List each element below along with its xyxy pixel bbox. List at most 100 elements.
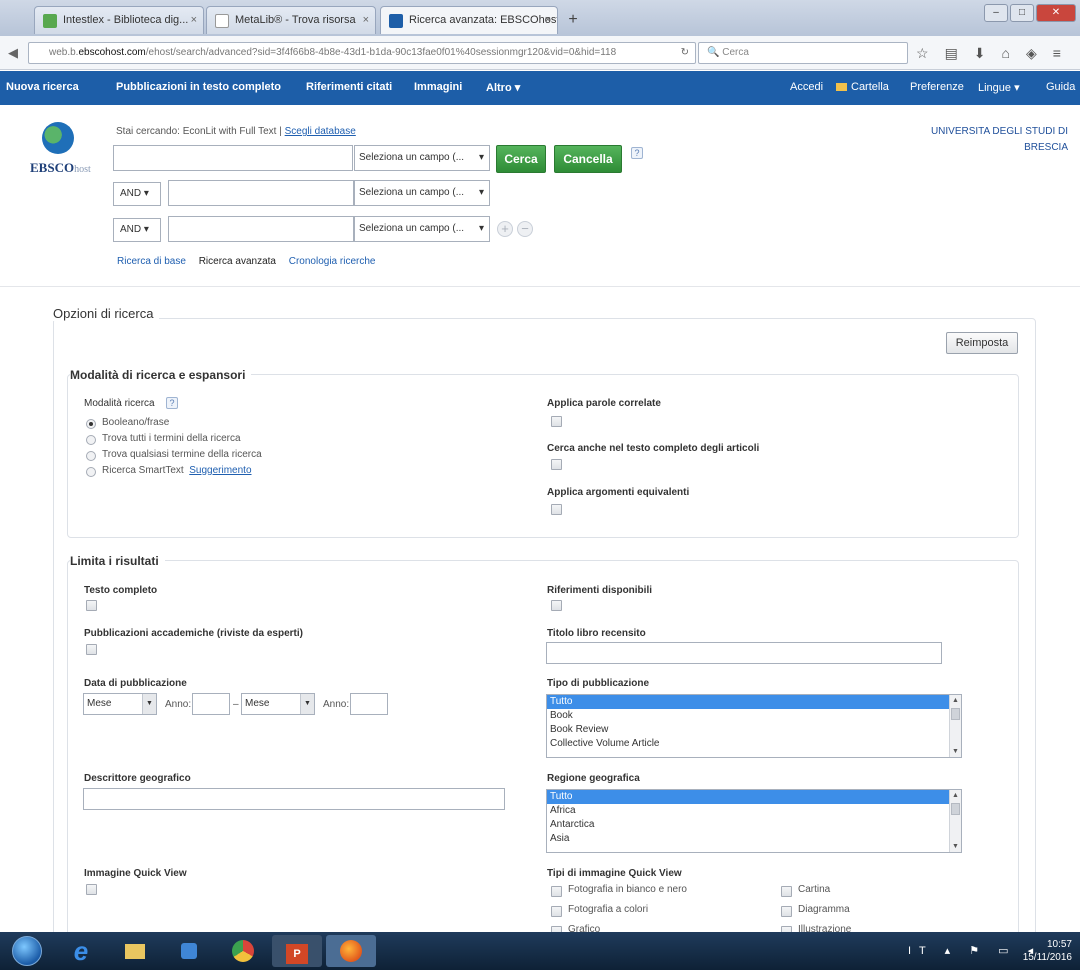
bookmark-star-icon[interactable]: ☆ — [916, 45, 929, 62]
equivalent-subjects-checkbox[interactable] — [551, 504, 562, 515]
nav-folder[interactable]: Cartella — [836, 81, 889, 93]
field-select-2[interactable]: Seleziona un campo (... ▾ — [354, 180, 490, 206]
add-row-icon[interactable]: + — [497, 221, 513, 237]
refs-available-checkbox[interactable] — [551, 600, 562, 611]
clear-button[interactable]: Cancella — [554, 145, 622, 173]
home-icon[interactable]: ⌂ — [1002, 45, 1010, 62]
help-icon[interactable]: ? — [166, 397, 178, 409]
qv-diagram-checkbox[interactable] — [781, 906, 792, 917]
reload-icon[interactable]: ↻ — [681, 43, 689, 63]
related-words-checkbox[interactable] — [551, 416, 562, 427]
field-select-label: Seleziona un campo (... — [359, 152, 465, 163]
tray-lang[interactable]: IT — [908, 945, 934, 957]
minimize-button[interactable]: – — [984, 4, 1008, 22]
clock[interactable]: 10:57 15/11/2016 — [1023, 938, 1072, 964]
list-item[interactable]: Tutto — [547, 790, 961, 804]
radio-smarttext[interactable] — [86, 467, 96, 477]
reading-list-icon[interactable]: ▤ — [945, 45, 958, 62]
powerpoint-icon[interactable]: P — [272, 935, 322, 967]
chrome-icon[interactable] — [218, 935, 268, 967]
media-player-icon[interactable] — [164, 935, 214, 967]
end-month-select[interactable]: Mese ▼ — [241, 693, 315, 715]
list-item[interactable]: Antarctica — [547, 818, 961, 832]
system-tray-icons[interactable]: IT ▴ ⚑ ▭ ◂ — [908, 944, 1041, 957]
full-text-search-checkbox[interactable] — [551, 459, 562, 470]
pub-type-listbox[interactable]: Tutto Book Book Review Collective Volume… — [546, 694, 962, 758]
nav-images[interactable]: Immagini — [414, 81, 462, 93]
scroll-thumb[interactable] — [951, 708, 960, 720]
bool-select-2[interactable]: AND ▾ — [113, 182, 161, 206]
qv-color-photo-checkbox[interactable] — [551, 906, 562, 917]
search-history-link[interactable]: Cronologia ricerche — [289, 256, 376, 267]
search-term-input-3[interactable] — [168, 216, 354, 242]
start-button[interactable] — [12, 936, 42, 966]
list-item[interactable]: Africa — [547, 804, 961, 818]
qv-map-checkbox[interactable] — [781, 886, 792, 897]
new-tab-button[interactable]: + — [562, 10, 584, 32]
end-year-input[interactable] — [350, 693, 388, 715]
search-term-input-2[interactable] — [168, 180, 354, 206]
full-text-limit-checkbox[interactable] — [86, 600, 97, 611]
scrollbar[interactable]: ▲ ▼ — [949, 790, 961, 852]
browser-tab-1[interactable]: Intestlex - Biblioteca dig... × — [34, 6, 204, 34]
start-month-select[interactable]: Mese ▼ — [83, 693, 157, 715]
search-button[interactable]: Cerca — [496, 145, 546, 173]
qv-bw-photo-checkbox[interactable] — [551, 886, 562, 897]
nav-more[interactable]: Altro ▾ — [486, 81, 520, 94]
list-item[interactable]: Asia — [547, 832, 961, 846]
nav-help[interactable]: Guida — [1046, 81, 1075, 93]
suggestion-link[interactable]: Suggerimento — [189, 465, 251, 476]
geo-region-listbox[interactable]: Tutto Africa Antarctica Asia ▲ ▼ — [546, 789, 962, 853]
close-tab-icon[interactable]: × — [363, 7, 369, 34]
nav-sign-in[interactable]: Accedi — [790, 81, 823, 93]
field-select-1[interactable]: Seleziona un campo (... ▾ — [354, 145, 490, 171]
list-item[interactable]: Collective Volume Article — [547, 737, 961, 751]
search-term-input-1[interactable] — [113, 145, 353, 171]
book-title-input[interactable] — [546, 642, 942, 664]
pocket-icon[interactable]: ◈ — [1026, 45, 1037, 62]
basic-search-link[interactable]: Ricerca di base — [117, 256, 186, 267]
scroll-up-icon[interactable]: ▲ — [950, 695, 961, 706]
start-year-input[interactable] — [192, 693, 230, 715]
browser-search-input[interactable]: 🔍 Cerca — [698, 42, 908, 64]
close-tab-icon[interactable]: × — [545, 7, 551, 34]
radio-any-terms[interactable] — [86, 451, 96, 461]
nav-new-search[interactable]: Nuova ricerca — [6, 81, 79, 93]
nav-full-text-publications[interactable]: Pubblicazioni in testo completo — [116, 81, 281, 93]
browser-tab-2[interactable]: MetaLib® - Trova risorsa × — [206, 6, 376, 34]
url-bar[interactable]: web.b.ebscohost.com/ehost/search/advance… — [28, 42, 696, 64]
nav-cited-references[interactable]: Riferimenti citati — [306, 81, 392, 93]
internet-explorer-icon[interactable]: e — [56, 935, 106, 967]
browser-tab-3[interactable]: Ricerca avanzata: EBSCOhost × — [380, 6, 558, 34]
close-window-button[interactable]: ✕ — [1036, 4, 1076, 22]
scroll-down-icon[interactable]: ▼ — [950, 841, 961, 852]
help-icon[interactable]: ? — [631, 147, 643, 159]
search-row-2: AND ▾ Seleziona un campo (... ▾ — [113, 180, 493, 206]
close-tab-icon[interactable]: × — [191, 7, 197, 34]
geo-descriptor-input[interactable] — [83, 788, 505, 810]
scroll-thumb[interactable] — [951, 803, 960, 815]
maximize-button[interactable]: □ — [1010, 4, 1034, 22]
nav-languages[interactable]: Lingue ▾ — [978, 81, 1020, 94]
scroll-down-icon[interactable]: ▼ — [950, 746, 961, 757]
nav-preferences[interactable]: Preferenze — [910, 81, 964, 93]
choose-databases-link[interactable]: Scegli database — [285, 126, 356, 137]
list-item[interactable]: Tutto — [547, 695, 961, 709]
peer-reviewed-checkbox[interactable] — [86, 644, 97, 655]
scroll-up-icon[interactable]: ▲ — [950, 790, 961, 801]
radio-boolean[interactable] — [86, 419, 96, 429]
firefox-icon[interactable] — [326, 935, 376, 967]
download-icon[interactable]: ⬇ — [974, 45, 986, 62]
reset-button[interactable]: Reimposta — [946, 332, 1018, 354]
menu-icon[interactable]: ≡ — [1053, 45, 1061, 62]
list-item[interactable]: Book Review — [547, 723, 961, 737]
file-explorer-icon[interactable] — [110, 935, 160, 967]
list-item[interactable]: Book — [547, 709, 961, 723]
scrollbar[interactable]: ▲ ▼ — [949, 695, 961, 757]
back-icon[interactable]: ◀ — [8, 45, 18, 61]
bool-select-3[interactable]: AND ▾ — [113, 218, 161, 242]
remove-row-icon[interactable]: − — [517, 221, 533, 237]
radio-all-terms[interactable] — [86, 435, 96, 445]
field-select-3[interactable]: Seleziona un campo (... ▾ — [354, 216, 490, 242]
quick-view-checkbox[interactable] — [86, 884, 97, 895]
